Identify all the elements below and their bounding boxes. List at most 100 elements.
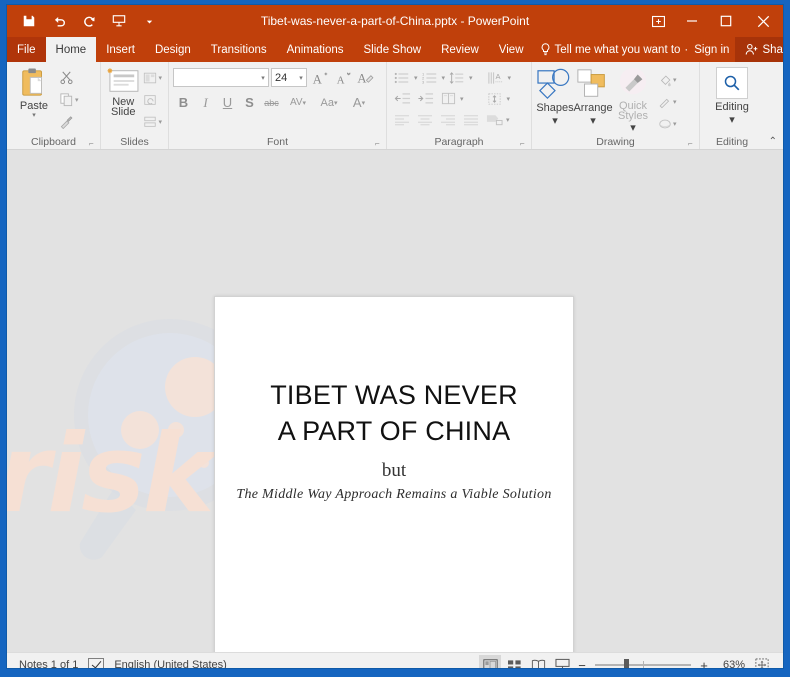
tab-file[interactable]: File xyxy=(7,37,46,62)
change-case-button[interactable]: Aa ▾ xyxy=(314,92,344,113)
tab-animations[interactable]: Animations xyxy=(277,37,354,62)
bold-button[interactable]: B xyxy=(173,92,194,113)
align-center-button[interactable] xyxy=(414,110,436,130)
change-case-caret[interactable]: ▾ xyxy=(334,99,338,107)
tab-slide-show[interactable]: Slide Show xyxy=(354,37,432,62)
decrease-font-size-button[interactable]: A xyxy=(332,67,353,88)
tab-transitions[interactable]: Transitions xyxy=(201,37,277,62)
font-size-input[interactable]: 24 ▾ xyxy=(271,68,307,87)
slide-canvas[interactable]: TIBET WAS NEVER A PART OF CHINA but The … xyxy=(214,296,574,652)
character-spacing-caret[interactable]: ▾ xyxy=(303,99,307,107)
share-button[interactable]: Share xyxy=(735,37,783,62)
language-indicator[interactable]: English (United States) xyxy=(114,659,227,668)
section-button[interactable]: ▾ xyxy=(141,111,164,132)
cut-button[interactable] xyxy=(57,67,81,88)
shapes-button[interactable]: Shapes ▾ xyxy=(536,67,574,127)
zoom-slider[interactable] xyxy=(595,656,691,668)
tab-insert[interactable]: Insert xyxy=(96,37,145,62)
align-right-button[interactable] xyxy=(437,110,459,130)
columns-caret[interactable]: ▾ xyxy=(460,95,464,103)
minimize-button[interactable] xyxy=(675,5,709,37)
reading-view-button[interactable] xyxy=(527,655,549,668)
numbering-button[interactable]: 1 2 3 xyxy=(419,68,441,88)
fit-slide-to-window-button[interactable] xyxy=(751,655,773,668)
tab-review[interactable]: Review xyxy=(431,37,489,62)
text-direction-caret[interactable]: ▾ xyxy=(508,74,512,82)
sign-in-button[interactable]: Sign in xyxy=(694,37,735,62)
slide-connector-text[interactable]: but xyxy=(215,460,573,482)
justify-button[interactable] xyxy=(460,110,482,130)
section-dropdown-caret[interactable]: ▾ xyxy=(158,118,162,126)
slide-editing-area[interactable]: PP risk.com TIBET WAS NEVER A PART OF CH… xyxy=(7,150,783,652)
slide-title[interactable]: TIBET WAS NEVER A PART OF CHINA xyxy=(215,377,573,449)
quick-styles-caret[interactable]: ▾ xyxy=(630,121,636,134)
shape-fill-button[interactable]: ▾ xyxy=(656,69,679,90)
bullets-caret[interactable]: ▾ xyxy=(414,74,418,82)
zoom-slider-thumb[interactable] xyxy=(623,658,629,668)
font-size-dropdown-caret[interactable]: ▾ xyxy=(296,74,306,82)
redo-button[interactable] xyxy=(75,8,103,34)
close-button[interactable] xyxy=(743,5,783,37)
maximize-button[interactable] xyxy=(709,5,743,37)
strikethrough-button[interactable]: abc xyxy=(261,92,282,113)
font-dialog-launcher[interactable]: ⌐ xyxy=(375,139,384,148)
increase-indent-button[interactable] xyxy=(414,89,436,109)
clipboard-dialog-launcher[interactable]: ⌐ xyxy=(89,139,98,148)
italic-button[interactable]: I xyxy=(195,92,216,113)
clear-formatting-button[interactable]: A xyxy=(355,67,376,88)
reset-button[interactable] xyxy=(141,89,164,110)
slide-subtitle[interactable]: The Middle Way Approach Remains a Viable… xyxy=(215,487,573,503)
tab-design[interactable]: Design xyxy=(145,37,201,62)
new-slide-button[interactable]: New Slide xyxy=(105,65,141,118)
layout-button[interactable]: ▾ xyxy=(141,67,164,88)
font-color-button[interactable]: A ▾ xyxy=(345,92,373,113)
slide-sorter-view-button[interactable] xyxy=(503,655,525,668)
save-button[interactable] xyxy=(15,8,43,34)
convert-to-smartart-button[interactable] xyxy=(483,110,505,130)
editing-button[interactable]: Editing ▾ xyxy=(708,65,756,126)
shape-outline-caret[interactable]: ▾ xyxy=(673,98,677,106)
customize-quick-access-button[interactable] xyxy=(135,8,163,34)
spellcheck-icon[interactable] xyxy=(88,658,105,668)
character-spacing-button[interactable]: AV ▾ xyxy=(283,92,313,113)
tell-me-search[interactable]: Tell me what you want to · xyxy=(534,37,695,62)
normal-view-button[interactable] xyxy=(479,655,501,668)
font-name-dropdown-caret[interactable]: ▾ xyxy=(258,74,268,82)
font-name-input[interactable]: ▾ xyxy=(173,68,269,87)
line-spacing-button[interactable] xyxy=(446,68,468,88)
shape-outline-button[interactable]: ▾ xyxy=(656,91,679,112)
collapse-ribbon-button[interactable]: ⌃ xyxy=(769,136,777,147)
start-presentation-button[interactable] xyxy=(105,8,133,34)
shapes-caret[interactable]: ▾ xyxy=(552,114,558,127)
shape-fill-caret[interactable]: ▾ xyxy=(673,76,677,84)
decrease-indent-button[interactable] xyxy=(391,89,413,109)
notes-indicator[interactable]: Notes 1 of 1 xyxy=(19,659,78,668)
font-color-caret[interactable]: ▾ xyxy=(362,99,366,107)
smartart-caret[interactable]: ▾ xyxy=(506,116,510,124)
undo-button[interactable] xyxy=(45,8,73,34)
editing-caret[interactable]: ▾ xyxy=(729,113,735,126)
zoom-level-label[interactable]: 63% xyxy=(713,659,745,668)
zoom-out-button[interactable]: − xyxy=(575,659,589,669)
arrange-caret[interactable]: ▾ xyxy=(590,114,596,127)
paste-button[interactable]: Paste ▾ xyxy=(11,65,57,119)
tab-home[interactable]: Home xyxy=(45,37,97,62)
line-spacing-caret[interactable]: ▾ xyxy=(469,74,473,82)
copy-button[interactable]: ▾ xyxy=(57,89,81,110)
underline-button[interactable]: U xyxy=(217,92,238,113)
align-left-button[interactable] xyxy=(391,110,413,130)
columns-button[interactable] xyxy=(437,89,459,109)
align-text-caret[interactable]: ▾ xyxy=(507,95,511,103)
text-shadow-button[interactable]: S xyxy=(239,92,260,113)
zoom-in-button[interactable]: + xyxy=(697,659,711,669)
slide-show-button[interactable] xyxy=(551,655,573,668)
ribbon-display-options-button[interactable] xyxy=(641,5,675,37)
quick-styles-button[interactable]: Quick Styles ▾ xyxy=(612,67,654,134)
arrange-button[interactable]: Arrange ▾ xyxy=(573,67,613,127)
text-direction-button[interactable]: A xyxy=(485,68,507,88)
drawing-dialog-launcher[interactable]: ⌐ xyxy=(688,139,697,148)
align-text-button[interactable] xyxy=(484,89,506,109)
tab-view[interactable]: View xyxy=(489,37,534,62)
layout-dropdown-caret[interactable]: ▾ xyxy=(158,74,162,82)
increase-font-size-button[interactable]: A xyxy=(309,67,330,88)
